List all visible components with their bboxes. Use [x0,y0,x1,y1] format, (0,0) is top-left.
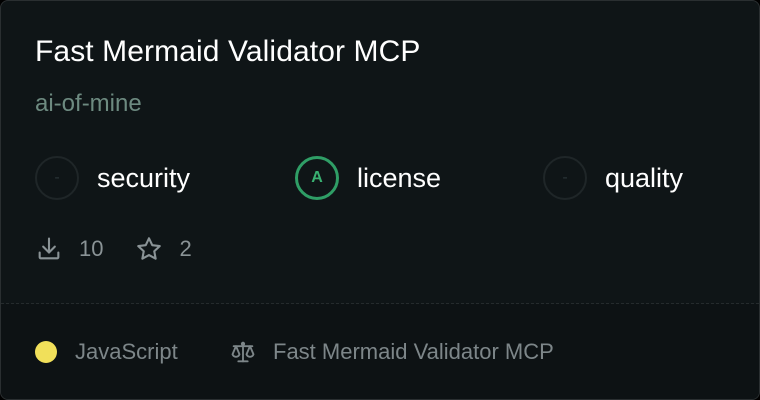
server-owner[interactable]: ai-of-mine [35,90,142,118]
downloads-stat: 10 [35,235,103,263]
downloads-count: 10 [79,236,104,261]
server-title[interactable]: Fast Mermaid Validator MCP [35,35,420,69]
score-license: A license [295,154,441,202]
language-name: JavaScript [75,339,178,364]
license-grade-badge: A [295,156,339,200]
security-label: security [97,162,191,193]
card-footer: JavaScript Fast Mermaid Validator MCP [1,304,759,399]
stars-count: 2 [179,236,192,261]
security-grade-badge: - [35,156,79,200]
score-security: - security [35,154,190,202]
stats-row: 10 2 [35,233,224,265]
quality-label: quality [605,162,684,193]
quality-grade-badge: - [543,156,587,200]
download-icon [38,237,60,260]
scale-icon [231,341,255,363]
license-info: Fast Mermaid Validator MCP [229,338,554,366]
language-info: JavaScript [35,338,178,366]
license-label: license [357,162,442,193]
mcp-server-card[interactable]: Fast Mermaid Validator MCP ai-of-mine - … [0,0,760,400]
star-icon [137,237,162,260]
language-color-dot [35,341,57,363]
score-quality: - quality [543,154,683,202]
stars-stat: 2 [135,235,192,263]
license-name: Fast Mermaid Validator MCP [273,339,554,364]
